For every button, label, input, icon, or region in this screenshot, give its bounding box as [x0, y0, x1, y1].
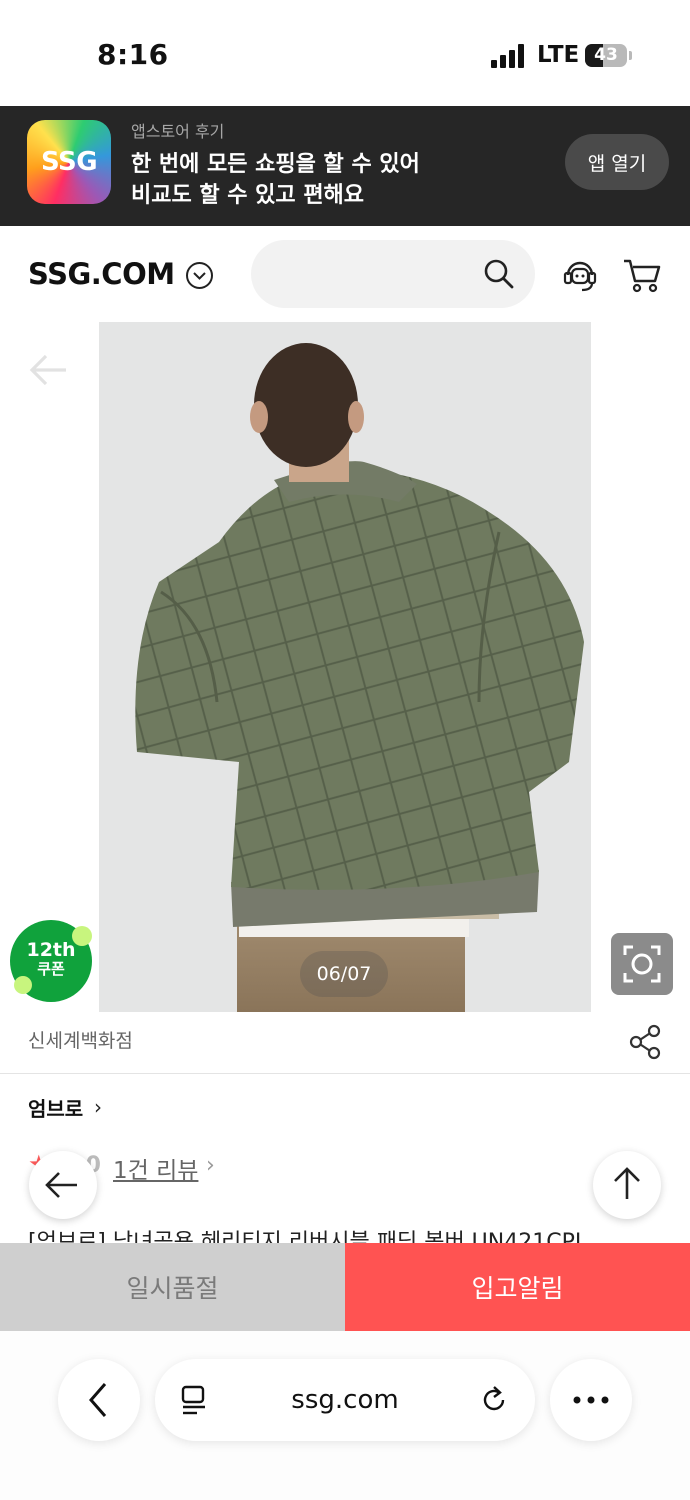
network-label: LTE	[537, 42, 580, 68]
battery-icon: 43	[585, 44, 627, 67]
browser-back-button[interactable]	[58, 1359, 140, 1441]
arrow-left-icon[interactable]	[26, 350, 68, 390]
camera-scan-icon	[623, 945, 661, 983]
reload-icon[interactable]	[477, 1383, 511, 1417]
banner-line-1: 한 번에 모든 쇼핑을 할 수 있어	[131, 152, 420, 177]
image-search-button[interactable]	[611, 933, 673, 995]
share-icon[interactable]	[628, 1024, 662, 1060]
product-image[interactable]	[99, 322, 591, 1012]
coupon-bubble-bottom	[14, 976, 32, 994]
review-count-link[interactable]: 1건 리뷰	[113, 1151, 198, 1185]
cart-icon[interactable]	[622, 256, 662, 294]
coupon-bubble-top	[72, 926, 92, 946]
brand-link[interactable]: 엄브로	[28, 1093, 83, 1122]
status-time: 8:16	[97, 38, 169, 71]
restock-notify-button[interactable]: 입고알림	[345, 1243, 690, 1331]
section-divider	[0, 1073, 690, 1074]
floating-back-button[interactable]	[29, 1151, 97, 1219]
banner-subtitle: 앱스토어 후기	[131, 122, 225, 141]
ellipsis-icon	[573, 1396, 609, 1404]
arrow-left-icon	[45, 1172, 77, 1198]
open-app-button[interactable]: 앱 열기	[565, 134, 669, 190]
banner-line-2: 비교도 할 수 있고 편해요	[131, 183, 365, 208]
coupon-badge[interactable]: 12th 쿠폰	[10, 920, 92, 1002]
ssg-app-logo: SSG	[27, 120, 111, 204]
arrow-up-icon	[614, 1167, 640, 1199]
chevron-right-icon[interactable]: ›	[94, 1095, 102, 1119]
status-bar: 8:16 LTE 43	[0, 0, 690, 106]
search-bar[interactable]	[251, 240, 535, 308]
site-header: SSG.COM	[0, 226, 690, 322]
image-counter: 06/07	[300, 951, 388, 997]
jacket-photo	[135, 343, 584, 1012]
site-logo[interactable]: SSG.COM	[28, 257, 175, 291]
app-install-banner[interactable]: SSG 앱스토어 후기 한 번에 모든 쇼핑을 할 수 있어 비교도 할 수 있…	[0, 106, 690, 226]
more-button[interactable]	[550, 1359, 632, 1441]
battery-tip	[629, 51, 632, 60]
browser-toolbar: ssg.com	[0, 1331, 690, 1500]
ssg-logo-text: SSG	[40, 147, 98, 177]
scroll-top-button[interactable]	[593, 1151, 661, 1219]
address-bar[interactable]: ssg.com	[155, 1359, 535, 1441]
search-icon[interactable]	[483, 258, 515, 290]
chevron-left-icon	[89, 1383, 107, 1417]
store-name: 신세계백화점	[28, 1030, 133, 1052]
sold-out-button: 일시품절	[0, 1243, 345, 1331]
battery-percent: 43	[594, 45, 618, 65]
signal-icon	[491, 44, 525, 68]
review-chevron-icon[interactable]: ›	[206, 1153, 215, 1178]
chevron-down-icon[interactable]	[186, 262, 213, 289]
customer-service-icon[interactable]	[560, 255, 600, 295]
